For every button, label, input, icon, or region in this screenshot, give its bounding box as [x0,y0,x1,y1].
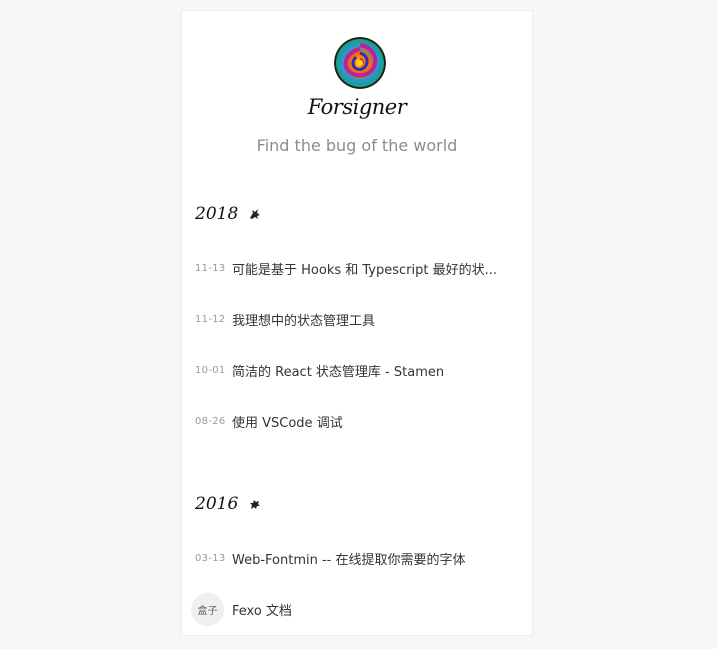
post-link[interactable]: 10-01 简洁的 React 状态管理库 - Stamen [195,357,525,383]
post-link[interactable]: 11-12 我理想中的状态管理工具 [195,306,525,332]
post-title: 简洁的 React 状态管理库 - Stamen [232,364,445,380]
post-link[interactable]: 11-13 可能是基于 Hooks 和 Typescript 最好的状... [195,255,525,281]
monkey-icon [250,500,261,509]
post-date: 03-13 [195,552,226,564]
year-label: 2016 [195,494,239,514]
year-label: 2018 [195,204,239,224]
post-link[interactable]: 08-26 使用 VSCode 调试 [195,408,525,434]
blog-card: Forsigner Find the bug of the world 2018… [181,10,533,636]
post-title: 我理想中的状态管理工具 [232,313,376,329]
post-badge: 盒子 [191,592,224,626]
post-date: 11-13 [195,262,226,274]
dragon-icon [250,209,261,219]
year-heading-2018: 2018 [195,204,262,224]
rose-avatar-image [334,37,386,89]
post-title: Web-Fontmin -- 在线提取你需要的字体 [232,552,466,568]
site-tagline: Find the bug of the world [256,136,458,155]
post-link[interactable]: 03-13 Web-Fontmin -- 在线提取你需要的字体 [195,545,525,571]
post-link[interactable]: 盒子 Fexo 文档 [191,592,525,626]
post-date: 08-26 [195,415,226,427]
site-title[interactable]: Forsigner [182,95,532,119]
avatar[interactable] [334,37,386,89]
post-title: 可能是基于 Hooks 和 Typescript 最好的状... [232,262,497,278]
post-date: 10-01 [195,364,226,376]
post-title: Fexo 文档 [232,603,292,619]
post-date: 11-12 [195,313,226,325]
post-title: 使用 VSCode 调试 [232,415,343,431]
year-heading-2016: 2016 [195,494,262,514]
